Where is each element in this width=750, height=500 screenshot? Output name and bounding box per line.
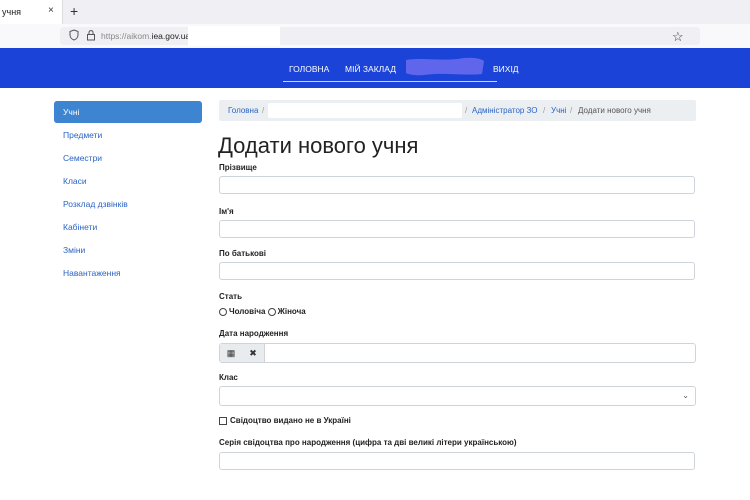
name-input[interactable] xyxy=(219,220,695,238)
cert-series-label: Серія свідоцтва про народження (цифра та… xyxy=(219,438,517,447)
breadcrumb-redaction xyxy=(268,103,462,118)
patronymic-input[interactable] xyxy=(219,262,695,280)
breadcrumb-admin[interactable]: Адміністратор ЗО xyxy=(472,106,538,115)
star-icon[interactable]: ☆ xyxy=(672,29,684,45)
sidebar-item-rooms[interactable]: Кабінети xyxy=(54,216,202,238)
name-label: Ім'я xyxy=(219,207,234,216)
gender-options: Чоловіча Жіноча xyxy=(219,307,306,316)
browser-tab[interactable]: учня × xyxy=(0,0,63,24)
new-tab-button[interactable]: + xyxy=(70,3,78,19)
lock-icon[interactable] xyxy=(86,29,96,41)
close-icon[interactable]: × xyxy=(48,5,54,16)
nav-divider xyxy=(283,81,497,82)
redacted-school-name xyxy=(406,57,484,76)
breadcrumb: Головна / / Адміністратор ЗО / Учні / До… xyxy=(219,100,696,121)
class-select[interactable]: ⌄ xyxy=(219,386,696,406)
sidebar-item-label: Зміни xyxy=(63,245,86,255)
sidebar-item-label: Навантаження xyxy=(63,268,121,278)
nav-logout-link[interactable]: ВИХІД xyxy=(493,64,519,74)
sidebar-item-label: Кабінети xyxy=(63,222,98,232)
sidebar-item-label: Семестри xyxy=(63,153,103,163)
foreign-cert-checkbox-row[interactable]: Свідоцтво видано не в Україні xyxy=(219,416,351,425)
breadcrumb-separator: / xyxy=(543,106,546,115)
nav-home-link[interactable]: ГОЛОВНА xyxy=(289,64,329,74)
sidebar-item-semesters[interactable]: Семестри xyxy=(54,147,202,169)
gender-option-female[interactable]: Жіноча xyxy=(267,307,306,316)
sidebar-item-label: Класи xyxy=(63,176,87,186)
chevron-down-icon: ⌄ xyxy=(682,391,689,400)
breadcrumb-separator: / xyxy=(465,106,468,115)
foreign-cert-checkbox[interactable] xyxy=(219,416,227,425)
breadcrumb-separator: / xyxy=(262,106,265,115)
sidebar-item-label: Предмети xyxy=(63,130,103,140)
birthdate-input[interactable] xyxy=(265,344,695,362)
radio-button[interactable] xyxy=(267,307,276,316)
foreign-cert-label: Свідоцтво видано не в Україні xyxy=(230,416,351,425)
sidebar-item-label: Розклад дзвінків xyxy=(63,199,128,209)
sidebar-item-bell-schedule[interactable]: Розклад дзвінків xyxy=(54,193,202,215)
gender-option-male[interactable]: Чоловіча xyxy=(219,307,265,316)
birthdate-label: Дата народження xyxy=(219,329,289,338)
sidebar-item-subjects[interactable]: Предмети xyxy=(54,124,202,146)
breadcrumb-students[interactable]: Учні xyxy=(551,106,566,115)
sidebar-item-classes[interactable]: Класи xyxy=(54,170,202,192)
breadcrumb-current: Додати нового учня xyxy=(578,106,651,115)
radio-button[interactable] xyxy=(219,307,227,316)
gender-label: Стать xyxy=(219,292,242,301)
sidebar-item-students[interactable]: Учні xyxy=(54,101,202,123)
surname-input[interactable] xyxy=(219,176,695,194)
birthdate-input-group: ▦ ✖ xyxy=(219,343,696,363)
breadcrumb-home[interactable]: Головна xyxy=(228,106,258,115)
surname-label: Прізвище xyxy=(219,163,257,172)
url-redaction xyxy=(188,26,280,46)
tab-title: учня xyxy=(2,7,22,17)
shield-icon[interactable] xyxy=(69,29,79,41)
cert-series-input[interactable] xyxy=(219,452,695,470)
breadcrumb-separator: / xyxy=(570,106,573,115)
sidebar-item-shifts[interactable]: Зміни xyxy=(54,239,202,261)
url-text[interactable]: https://aikom.iea.gov.ua/ xyxy=(101,31,193,41)
sidebar-item-workload[interactable]: Навантаження xyxy=(54,262,202,284)
patronymic-label: По батькові xyxy=(219,249,267,258)
class-label: Клас xyxy=(219,373,238,382)
sidebar-item-label: Учні xyxy=(63,107,80,117)
calendar-icon[interactable]: ▦ xyxy=(220,344,243,362)
nav-my-school-link[interactable]: МІЙ ЗАКЛАД xyxy=(345,64,396,74)
page-title: Додати нового учня xyxy=(218,133,419,158)
clear-date-icon[interactable]: ✖ xyxy=(242,344,265,362)
browser-tab-bar: учня × + xyxy=(0,0,750,24)
